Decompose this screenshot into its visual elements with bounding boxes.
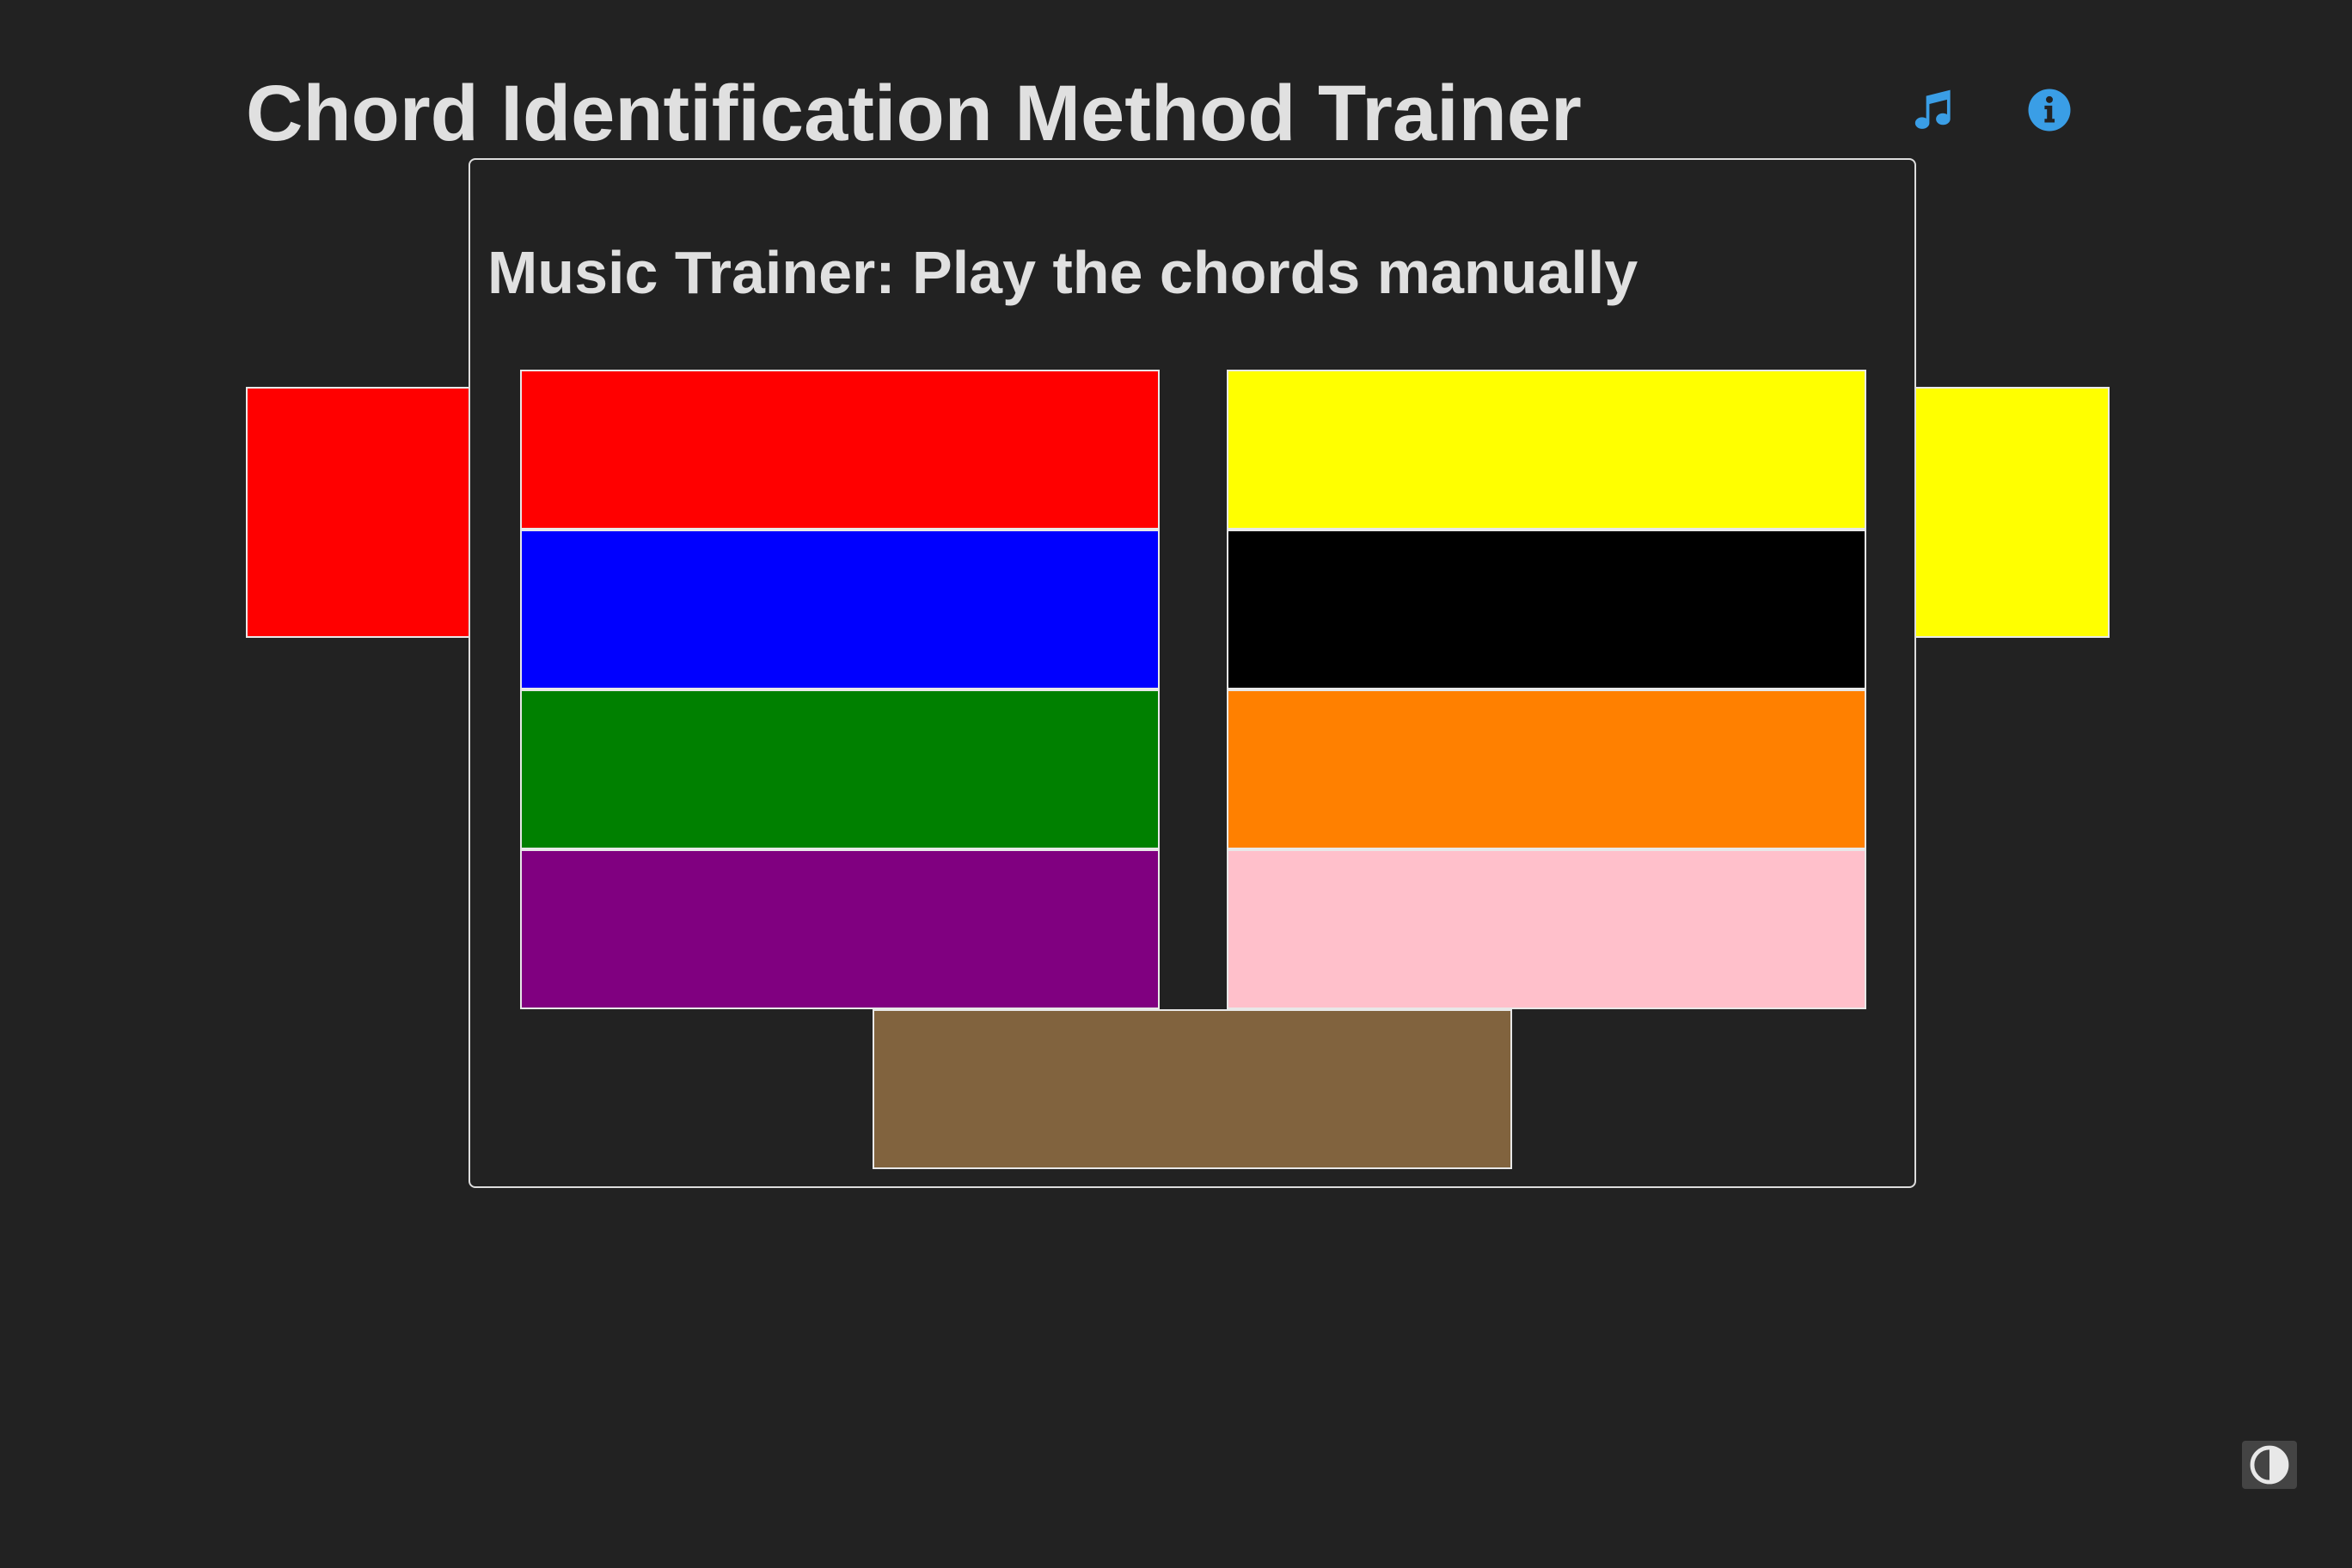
chord-button-brown[interactable]: [873, 1009, 1512, 1169]
background-color-swatch-left: [246, 387, 471, 638]
info-circle-icon[interactable]: [2025, 86, 2073, 134]
chord-button-yellow[interactable]: [1227, 370, 1866, 530]
music-trainer-modal: Music Trainer: Play the chords manually: [469, 158, 1916, 1188]
app-title: Chord Identification Method Trainer: [246, 70, 1582, 157]
page: Chord Identification Method Trainer Musi…: [0, 0, 2352, 1568]
chord-button-red[interactable]: [520, 370, 1160, 530]
chord-button-blue[interactable]: [520, 530, 1160, 689]
chord-button-pink[interactable]: [1227, 849, 1866, 1009]
info-circle-glyph: [2028, 89, 2071, 132]
chord-buttons-left-column: [520, 370, 1160, 1009]
music-note-glyph: [1914, 89, 1951, 129]
modal-title: Music Trainer: Play the chords manually: [487, 239, 1638, 306]
chord-button-purple[interactable]: [520, 849, 1160, 1009]
music-note-icon[interactable]: [1910, 86, 1958, 134]
theme-toggle-button[interactable]: [2242, 1441, 2297, 1489]
chord-buttons-right-column: [1227, 370, 1866, 1009]
chord-button-orange[interactable]: [1227, 689, 1866, 849]
background-color-swatch-right: [1908, 387, 2110, 638]
chord-button-black[interactable]: [1227, 530, 1866, 689]
contrast-icon: [2250, 1445, 2289, 1485]
chord-button-green[interactable]: [520, 689, 1160, 849]
